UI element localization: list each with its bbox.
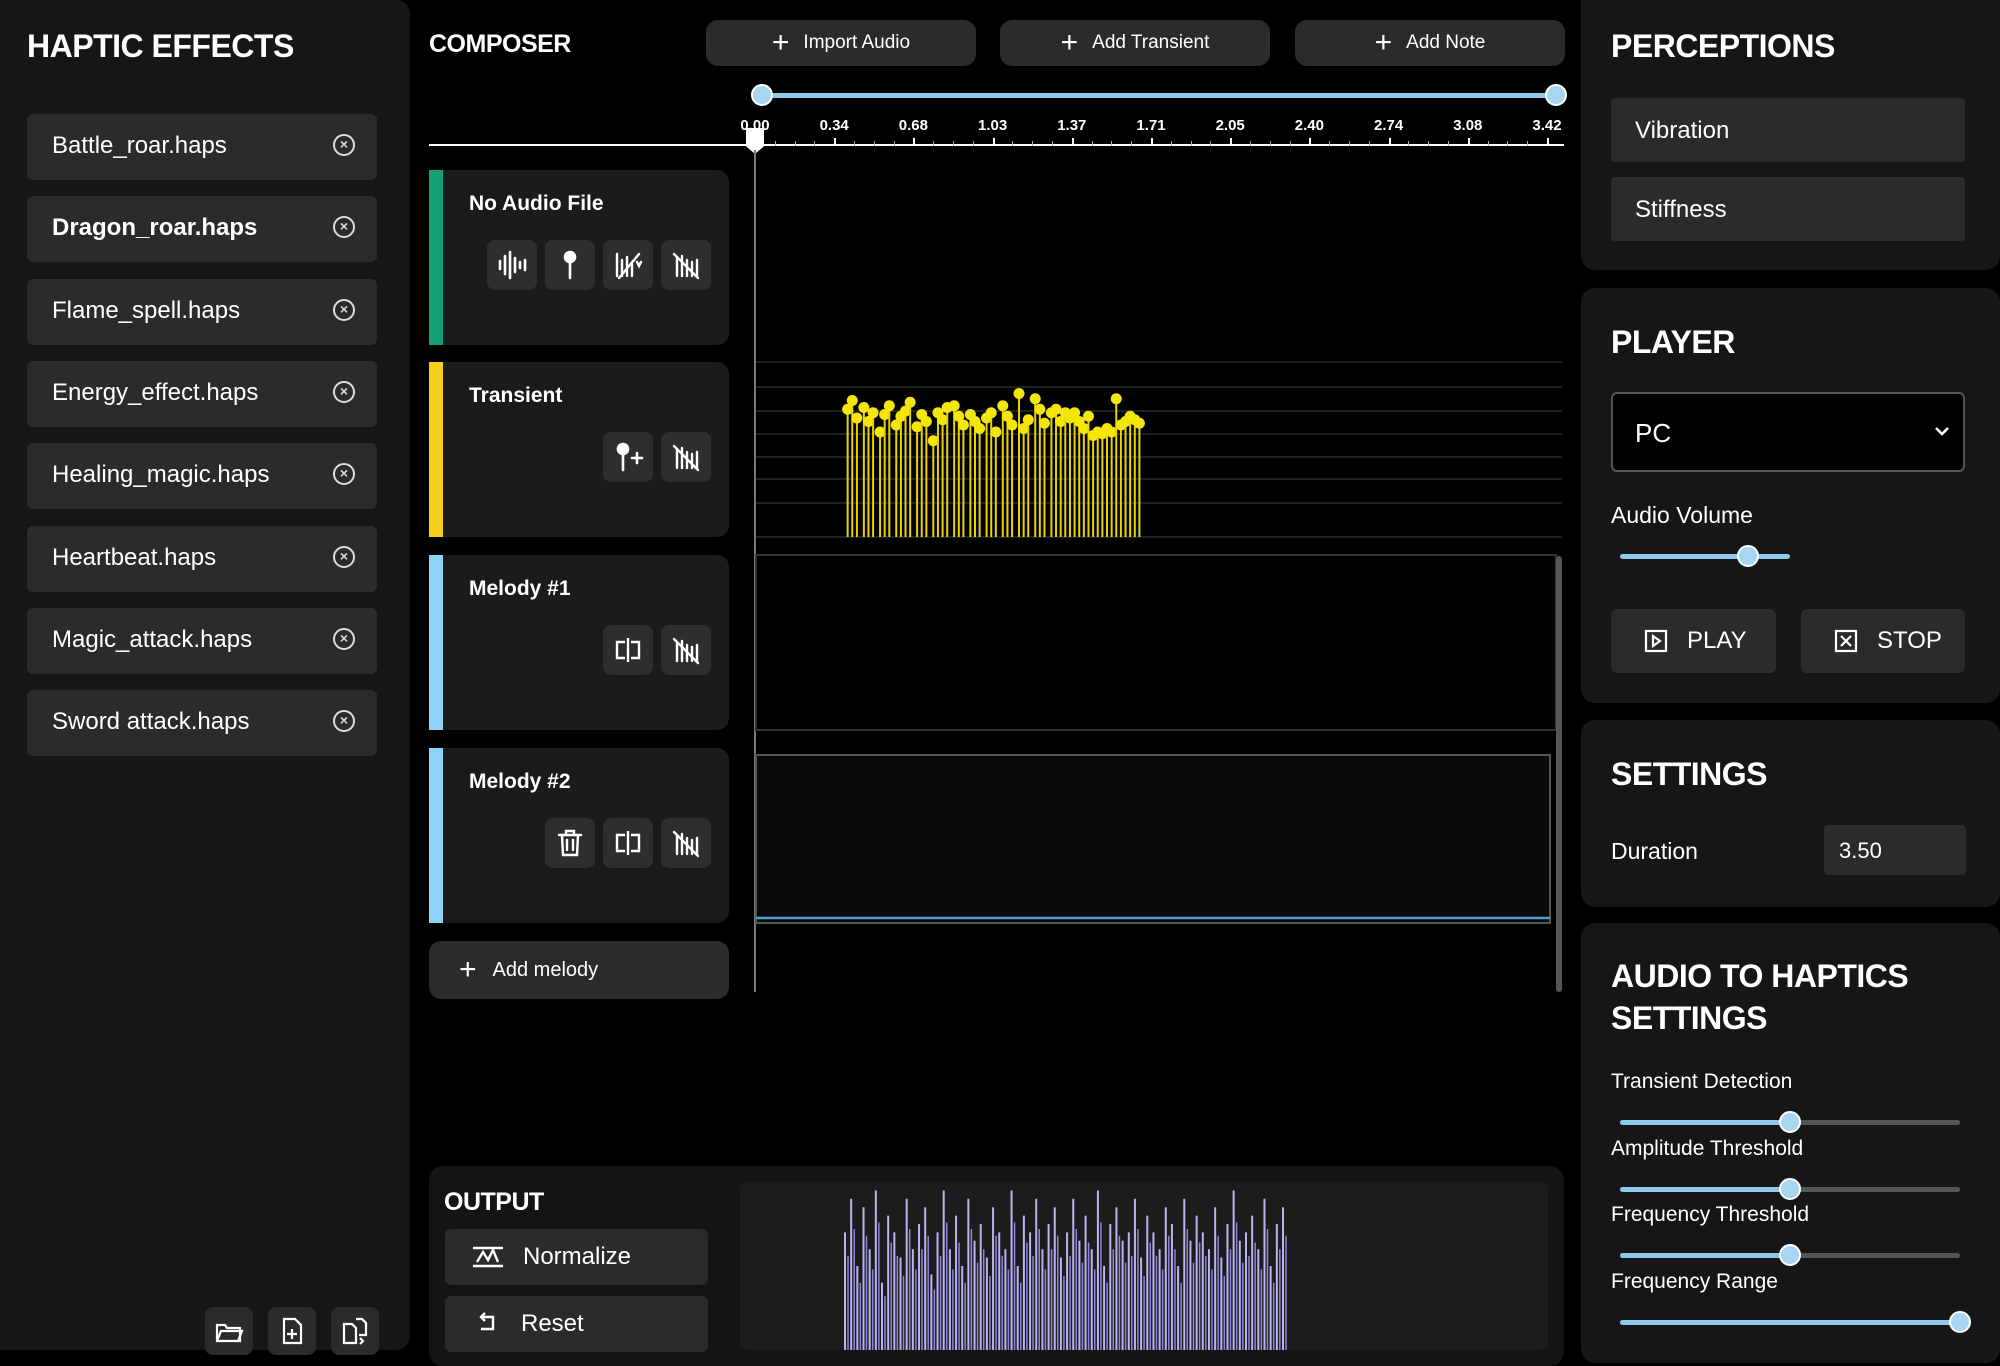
a2h-slider[interactable] (1620, 1111, 1960, 1133)
slider-fill (1620, 1186, 1790, 1192)
perception-vibration[interactable]: Vibration (1611, 98, 1965, 162)
a2h-slider-label: Transient Detection (1611, 1070, 1793, 1093)
a2h-slider-label: Frequency Threshold (1611, 1203, 1810, 1226)
transient-point (883, 400, 895, 412)
slider-handle[interactable] (1779, 1244, 1801, 1266)
settings-panel (1581, 720, 2000, 907)
transient-point (858, 402, 870, 413)
a2h-slider[interactable] (1620, 1244, 1960, 1266)
transient-point (920, 416, 932, 427)
duration-input[interactable]: 3.50 (1824, 825, 1966, 875)
transient-point (1038, 417, 1050, 429)
normalize-button[interactable]: Normalize (445, 1229, 708, 1285)
transient-point (1034, 403, 1046, 415)
a2h-title-line1: AUDIO TO HAPTICS (1611, 958, 1909, 994)
a2h-slider[interactable] (1620, 1177, 1960, 1200)
device-select[interactable]: PC (1611, 392, 1965, 472)
perception-label: Vibration (1635, 117, 1730, 144)
audio-volume-slider[interactable] (1620, 545, 1790, 567)
a2h-slider-label: Frequency Range (1611, 1269, 1778, 1293)
device-select-value: PC (1635, 418, 1672, 448)
transient-point (1029, 393, 1041, 405)
slider-handle[interactable] (1949, 1310, 1971, 1333)
transient-point (974, 423, 986, 434)
slider-fill (1620, 1120, 1790, 1125)
transient-point (904, 396, 916, 408)
a2h-slider[interactable] (1620, 1310, 1971, 1333)
melody-1-lane (755, 554, 1557, 731)
slider-fill (1620, 1319, 1960, 1325)
stop-label: STOP (1877, 627, 1942, 654)
perception-label: Stiffness (1635, 196, 1727, 223)
chevron-down-icon (1935, 427, 1949, 436)
lanes-scrollbar[interactable] (1556, 556, 1562, 992)
settings-title: SETTINGS (1611, 756, 1768, 792)
file-convert-icon[interactable] (331, 1307, 379, 1355)
a2h-title-line2: SETTINGS (1611, 1000, 1768, 1036)
normalize-label: Normalize (523, 1243, 632, 1270)
perception-stiffness[interactable]: Stiffness (1611, 177, 1965, 241)
reset-label: Reset (521, 1310, 584, 1337)
reset-button[interactable]: Reset (445, 1296, 708, 1352)
player-title: PLAYER (1611, 324, 1735, 360)
transient-point (957, 419, 969, 431)
transient-point (985, 407, 997, 419)
slider-fill (1620, 1253, 1790, 1258)
stop-icon (1834, 629, 1858, 653)
play-button[interactable]: PLAY (1611, 609, 1776, 673)
normalize-icon (473, 1246, 503, 1268)
transient-point (1133, 417, 1145, 429)
transient-point (1110, 393, 1122, 405)
output-title: OUTPUT (444, 1188, 544, 1216)
stop-button[interactable]: STOP (1801, 609, 1965, 673)
transient-point (1013, 388, 1025, 399)
output-waveform (844, 1190, 1287, 1350)
transient-point (846, 395, 858, 406)
transient-point (948, 400, 960, 412)
transient-point (1006, 419, 1018, 431)
slider-handle[interactable] (1779, 1177, 1801, 1200)
folder-open-icon[interactable] (205, 1307, 253, 1355)
duration-value: 3.50 (1839, 838, 1882, 863)
transient-point (1022, 414, 1034, 426)
audio-volume-label: Audio Volume (1611, 502, 1753, 528)
file-add-icon[interactable] (268, 1307, 316, 1355)
slider-handle[interactable] (1779, 1111, 1801, 1133)
transient-point (990, 426, 1002, 438)
play-label: PLAY (1687, 627, 1747, 654)
transient-point (997, 400, 1009, 412)
a2h-slider-label: Amplitude Threshold (1611, 1136, 1804, 1160)
reset-icon (479, 1312, 495, 1331)
transient-point (851, 412, 863, 424)
melody-2-lane (755, 754, 1551, 924)
play-icon (1644, 629, 1668, 653)
transient-point (1082, 410, 1094, 422)
volume-handle[interactable] (1736, 545, 1759, 567)
transient-point (867, 407, 879, 419)
output-waveform-area (740, 1182, 1548, 1350)
duration-label: Duration (1611, 838, 1698, 864)
perceptions-title: PERCEPTIONS (1611, 28, 1835, 64)
